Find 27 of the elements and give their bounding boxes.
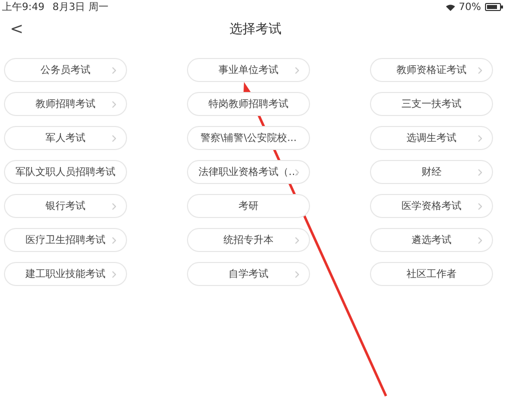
exam-option[interactable]: 财经: [370, 160, 493, 184]
exam-option[interactable]: 特岗教师招聘考试: [187, 92, 310, 116]
exam-option[interactable]: 建工职业技能考试: [4, 262, 127, 286]
exam-option[interactable]: 社区工作者: [370, 262, 493, 286]
exam-option[interactable]: 医学资格考试: [370, 194, 493, 218]
exam-option[interactable]: 事业单位考试: [187, 58, 310, 82]
exam-option[interactable]: 公务员考试: [4, 58, 127, 82]
exam-option[interactable]: 银行考试: [4, 194, 127, 218]
exam-option[interactable]: 医疗卫生招聘考试: [4, 228, 127, 252]
status-date: 8月3日 周一: [52, 0, 108, 14]
exam-option[interactable]: 统招专升本: [187, 228, 310, 252]
battery-icon: [485, 3, 503, 11]
exam-option[interactable]: 考研: [187, 194, 310, 218]
status-time: 上午9:49: [2, 0, 44, 14]
exam-option[interactable]: 选调生考试: [370, 126, 493, 150]
wifi-icon: [446, 4, 455, 10]
exam-option[interactable]: 警察\辅警\公安院校...: [187, 126, 310, 150]
battery-percent: 70%: [458, 0, 481, 14]
back-button[interactable]: <: [6, 17, 28, 41]
exam-option[interactable]: 军人考试: [4, 126, 127, 150]
exam-option[interactable]: 教师资格证考试: [370, 58, 493, 82]
exam-option[interactable]: 军队文职人员招聘考试: [4, 160, 127, 184]
exam-option[interactable]: 三支一扶考试: [370, 92, 493, 116]
exam-option[interactable]: 自学考试: [187, 262, 310, 286]
exam-option[interactable]: 教师招聘考试: [4, 92, 127, 116]
page-title: 选择考试: [230, 21, 282, 40]
exam-option[interactable]: 遴选考试: [370, 228, 493, 252]
